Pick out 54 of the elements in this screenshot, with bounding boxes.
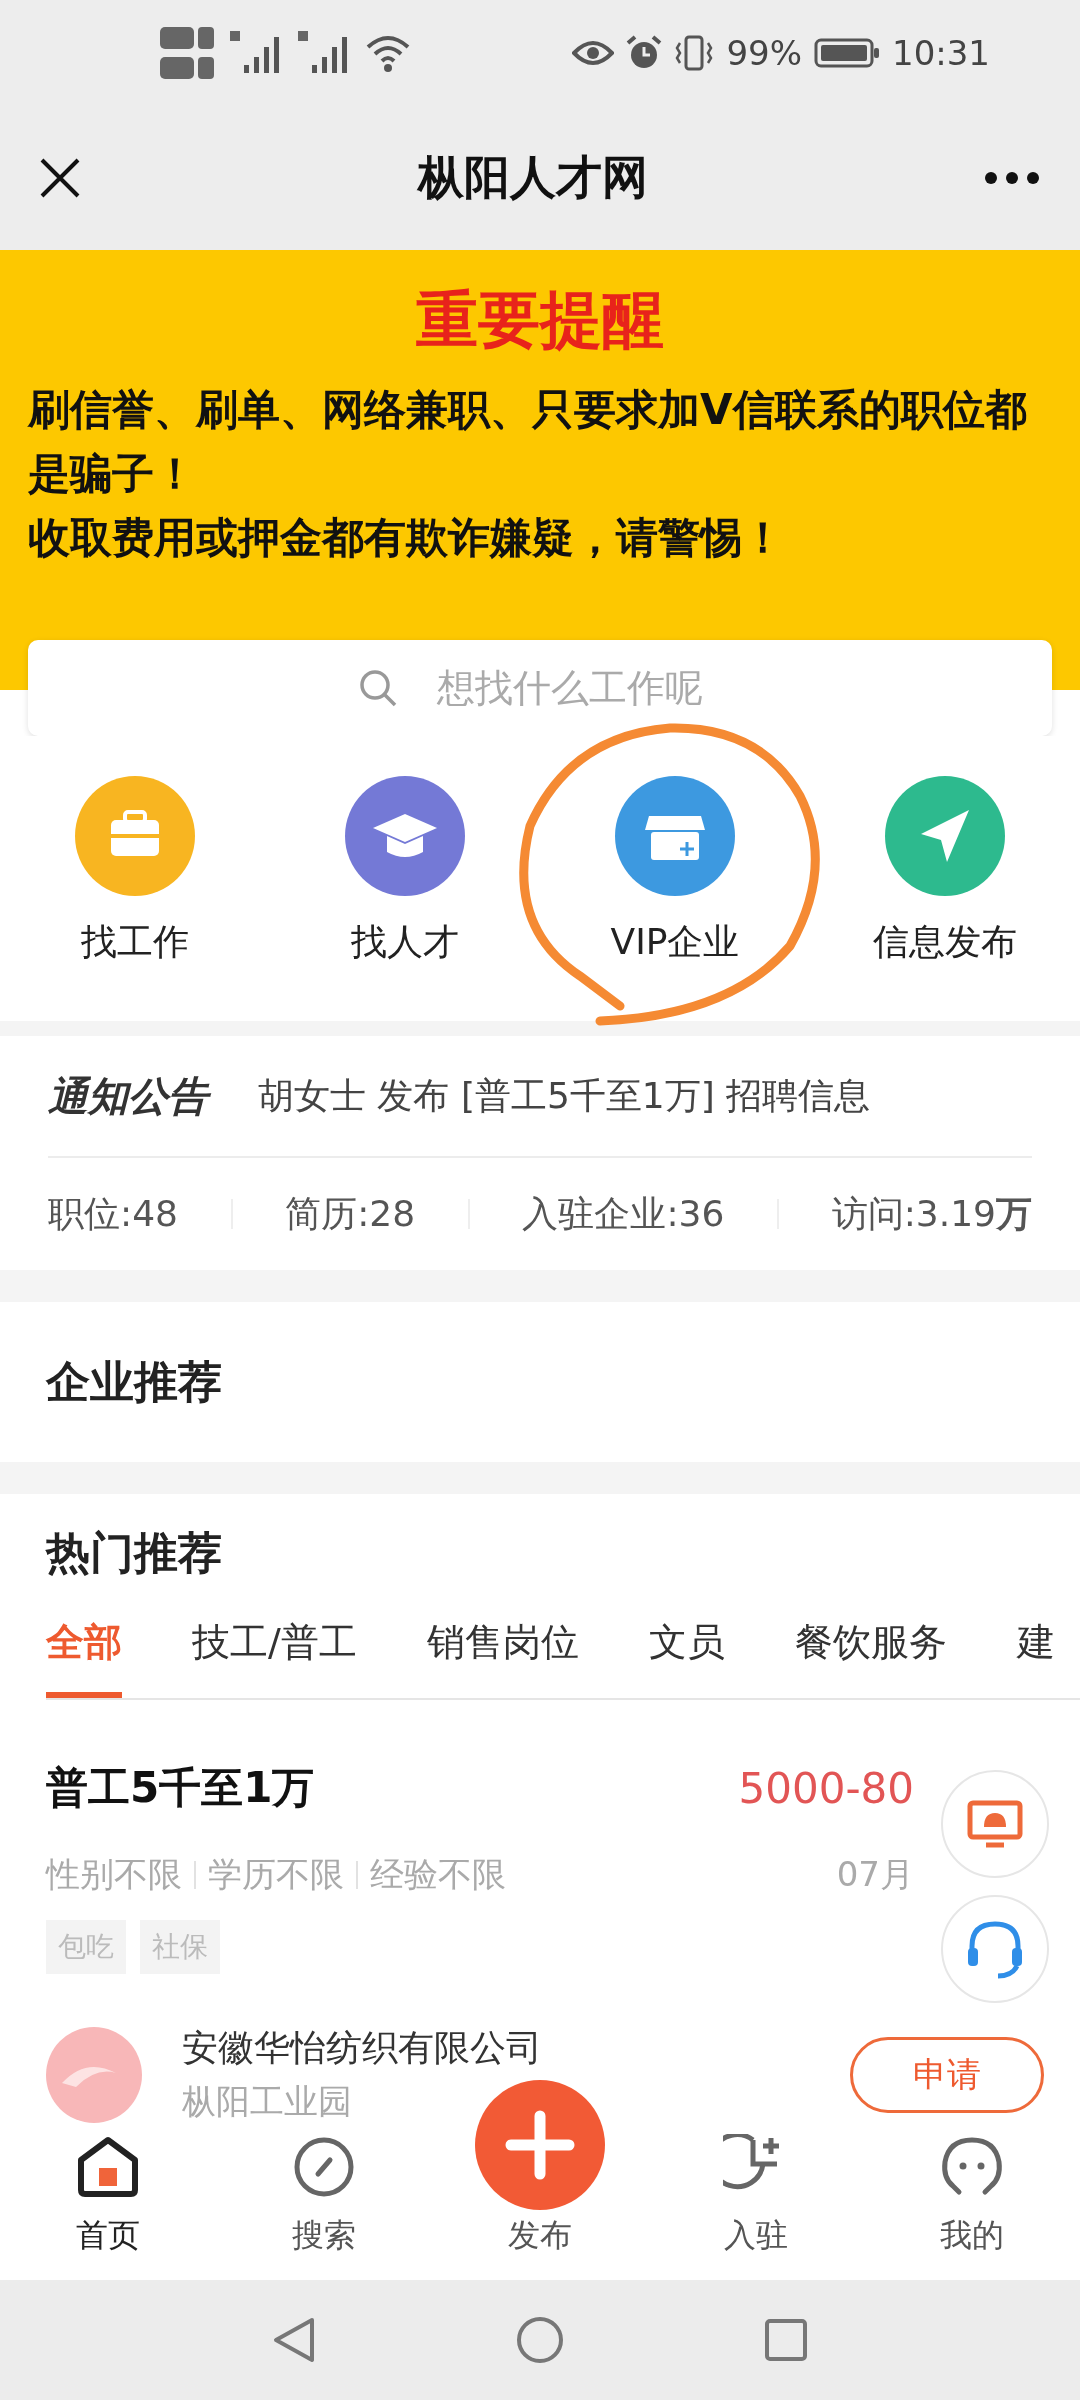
clock: 10:31	[892, 32, 990, 73]
shortcut-label[interactable]: VIP企业	[610, 918, 740, 967]
back-icon[interactable]	[272, 2316, 316, 2364]
stat-text: 访问:3.19万	[831, 1191, 1032, 1236]
nav-label[interactable]: 发布	[508, 2214, 572, 2258]
search-field[interactable]: 想找什么工作呢	[28, 640, 1052, 736]
company-location: 枞阳工业园	[182, 2080, 353, 2123]
salary-text: 5000-80	[738, 1763, 914, 1813]
warning-title: 重要提醒	[415, 282, 665, 358]
category-tab[interactable]: 建	[1016, 1617, 1055, 1698]
nav-label[interactable]: 首页	[76, 2214, 140, 2258]
headset-icon[interactable]	[940, 1894, 1050, 2004]
more-icon[interactable]	[984, 170, 1040, 185]
nav-label[interactable]: 我的	[940, 2214, 1004, 2258]
requirement-text: 经验不限	[370, 1853, 506, 1896]
requirement-text: 性别不限	[46, 1853, 182, 1896]
stat-text: 入驻企业:36	[522, 1191, 725, 1236]
section-title: 热门推荐	[46, 1526, 223, 1580]
add-icon[interactable]	[475, 2080, 605, 2210]
home-button-icon[interactable]	[516, 2316, 564, 2364]
notice-text[interactable]: 胡女士 发布 [普工5千至1万] 招聘信息	[258, 1071, 871, 1121]
shortcut-label[interactable]: 找人才	[351, 918, 459, 967]
vibrate-icon	[674, 34, 715, 71]
section-title: 企业推荐	[46, 1354, 222, 1409]
nav-label[interactable]: 入驻	[724, 2214, 788, 2258]
category-tab[interactable]: 文员	[648, 1617, 725, 1698]
search-icon	[358, 668, 398, 708]
shop-icon[interactable]	[615, 776, 735, 896]
shortcut-label[interactable]: 找工作	[81, 918, 189, 967]
battery-icon	[814, 37, 880, 68]
requirement-text: 学历不限	[208, 1853, 344, 1896]
benefit-tag: 社保	[140, 1920, 220, 1974]
send-icon[interactable]	[885, 776, 1005, 896]
category-tab[interactable]: 技工/普工	[192, 1617, 357, 1698]
eye-icon	[572, 38, 615, 67]
warning-text: 刷信誉、刷单、网络兼职、只要求加V信联系的职位都是骗子！	[28, 384, 1028, 500]
warning-text: 收取费用或押金都有欺诈嫌疑，请警惕！	[28, 512, 785, 564]
battery-percent: 99%	[726, 32, 802, 73]
graduate-icon[interactable]	[345, 776, 465, 896]
stat-text: 职位:48	[48, 1191, 178, 1236]
category-tab[interactable]: 销售岗位	[426, 1617, 579, 1698]
recents-icon[interactable]	[764, 2318, 808, 2362]
date-text: 07月	[836, 1853, 914, 1896]
company-name[interactable]: 安徽华怡纺织有限公司	[182, 2024, 810, 2073]
monitor-icon[interactable]	[940, 1769, 1050, 1879]
alarm-icon	[626, 34, 663, 71]
benefit-tag: 包吃	[46, 1920, 126, 1974]
job-title[interactable]: 普工5千至1万	[46, 1760, 315, 1816]
home-icon[interactable]	[75, 2134, 141, 2200]
category-tab[interactable]: 餐饮服务	[794, 1617, 947, 1698]
stat-text: 简历:28	[285, 1191, 416, 1236]
nav-label[interactable]: 搜索	[292, 2214, 356, 2258]
page-title: 枞阳人才网	[418, 148, 648, 206]
shortcut-label[interactable]: 信息发布	[873, 918, 1017, 967]
